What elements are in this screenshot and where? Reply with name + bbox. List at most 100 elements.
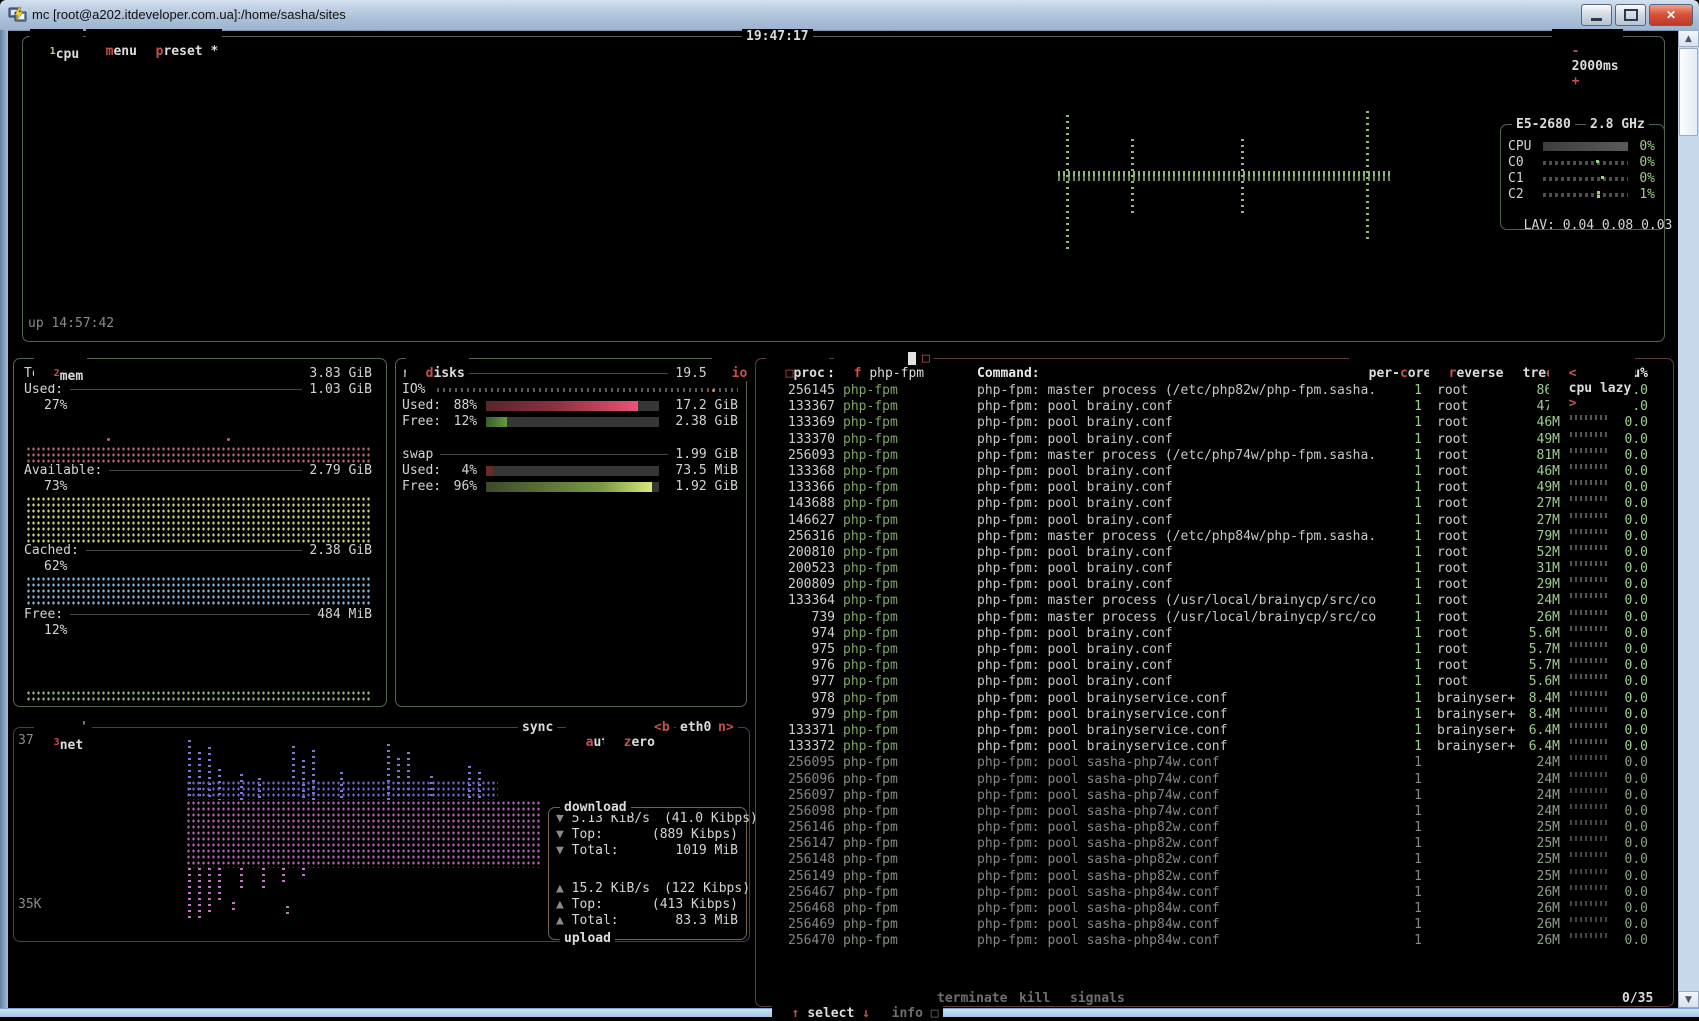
scrollbar-down-button[interactable]: ▼: [1678, 991, 1699, 1008]
scrollbar-up-button[interactable]: ▲: [1678, 30, 1699, 47]
process-cpu-graph: [1570, 917, 1608, 922]
process-threads: 1: [1370, 901, 1422, 917]
process-mem: 49M: [1512, 480, 1560, 496]
proc-reverse-toggle[interactable]: reverse: [1429, 351, 1507, 381]
process-row[interactable]: 256093 php-fpm php-fpm: master process (…: [755, 448, 1670, 464]
minimize-button[interactable]: [1581, 4, 1612, 26]
process-row[interactable]: 133372 php-fpm php-fpm: pool brainyservi…: [755, 739, 1670, 755]
process-row[interactable]: 977 php-fpm php-fpm: pool brainy.conf 1 …: [755, 674, 1670, 690]
process-user: root: [1437, 399, 1468, 415]
process-row[interactable]: 256148 php-fpm php-fpm: pool sasha-php82…: [755, 852, 1670, 868]
process-row[interactable]: 256149 php-fpm php-fpm: pool sasha-php82…: [755, 869, 1670, 885]
process-program: php-fpm: [843, 399, 898, 415]
process-row[interactable]: 133370 php-fpm php-fpm: pool brainy.conf…: [755, 432, 1670, 448]
filter-text-cursor: [908, 352, 916, 365]
process-row[interactable]: 978 php-fpm php-fpm: pool brainyservice.…: [755, 691, 1670, 707]
cpu-box-title[interactable]: 1cpu: [30, 29, 83, 62]
process-row[interactable]: 976 php-fpm php-fpm: pool brainy.conf 1 …: [755, 658, 1670, 674]
putty-icon[interactable]: [8, 6, 28, 24]
process-program: php-fpm: [843, 772, 898, 788]
process-cpu: 0.0: [1608, 691, 1648, 707]
process-row[interactable]: 975 php-fpm php-fpm: pool brainy.conf 1 …: [755, 642, 1670, 658]
process-threads: 1: [1370, 513, 1422, 529]
net-next-interface-button[interactable]: n>: [714, 720, 738, 735]
mem-available-graph: [26, 496, 372, 543]
process-row[interactable]: 133367 php-fpm php-fpm: pool brainy.conf…: [755, 399, 1670, 415]
net-sync-toggle[interactable]: sync: [518, 720, 557, 735]
disks-io-toggle[interactable]: io: [712, 351, 751, 381]
net-download-band: [186, 780, 498, 800]
process-row[interactable]: 256469 php-fpm php-fpm: pool sasha-php84…: [755, 917, 1670, 933]
proc-sort-control[interactable]: < cpu lazy >: [1549, 351, 1635, 411]
process-row[interactable]: 200810 php-fpm php-fpm: pool brainy.conf…: [755, 545, 1670, 561]
menu-button[interactable]: menu: [86, 29, 141, 59]
upload-arrow-icon: ▲: [556, 913, 564, 928]
scrollbar-thumb[interactable]: [1679, 48, 1698, 136]
process-row[interactable]: 143688 php-fpm php-fpm: pool brainy.conf…: [755, 496, 1670, 512]
process-row[interactable]: 200809 php-fpm php-fpm: pool brainy.conf…: [755, 577, 1670, 593]
process-cpu: 0.0: [1608, 739, 1648, 755]
process-mem: 5.6M: [1512, 626, 1560, 642]
process-row[interactable]: 974 php-fpm php-fpm: pool brainy.conf 1 …: [755, 626, 1670, 642]
proc-filter-clear-button[interactable]: □: [918, 351, 934, 366]
process-row[interactable]: 979 php-fpm php-fpm: pool brainyservice.…: [755, 707, 1670, 723]
process-row[interactable]: 256096 php-fpm php-fpm: pool sasha-php74…: [755, 772, 1670, 788]
process-row[interactable]: 256095 php-fpm php-fpm: pool sasha-php74…: [755, 755, 1670, 771]
select-up-icon: ↑: [792, 1006, 800, 1021]
disks-box-title[interactable]: disks: [406, 351, 469, 381]
process-pid: 256148: [780, 852, 835, 868]
process-cpu-graph: [1570, 415, 1608, 420]
interval-decrease-button[interactable]: -: [1572, 44, 1580, 59]
download-arrow-icon: ▼: [556, 827, 564, 842]
mem-box-title[interactable]: 2mem: [34, 351, 87, 384]
sort-next-button[interactable]: >: [1569, 396, 1577, 411]
process-row[interactable]: 133371 php-fpm php-fpm: pool brainyservi…: [755, 723, 1670, 739]
process-user: root: [1437, 464, 1468, 480]
process-row[interactable]: 256468 php-fpm php-fpm: pool sasha-php84…: [755, 901, 1670, 917]
process-row[interactable]: 133369 php-fpm php-fpm: pool brainy.conf…: [755, 415, 1670, 431]
process-threads: 1: [1370, 529, 1422, 545]
mem-cached-row: Cached:2.38 GiB: [24, 543, 372, 558]
proc-signals-button[interactable]: signals: [1066, 991, 1129, 1006]
process-cpu: 0.0: [1608, 707, 1648, 723]
proc-box-title[interactable]: □proc: [766, 351, 829, 381]
process-row[interactable]: 146627 php-fpm php-fpm: pool brainy.conf…: [755, 513, 1670, 529]
process-row[interactable]: 133368 php-fpm php-fpm: pool brainy.conf…: [755, 464, 1670, 480]
update-interval-control[interactable]: - 2000ms +: [1552, 29, 1623, 89]
process-mem: 24M: [1512, 788, 1560, 804]
column-header-command[interactable]: Command:: [977, 366, 1040, 381]
core1-meter: [1543, 177, 1628, 181]
process-row[interactable]: 256470 php-fpm php-fpm: pool sasha-php84…: [755, 933, 1670, 949]
proc-select-control[interactable]: ↑ select ↓: [772, 991, 874, 1021]
process-row[interactable]: 133366 php-fpm php-fpm: pool brainy.conf…: [755, 480, 1670, 496]
download-title: download: [560, 800, 631, 815]
process-cpu: 0.0: [1608, 610, 1648, 626]
close-button[interactable]: ✕: [1649, 4, 1693, 26]
scrollbar-track[interactable]: [1678, 30, 1699, 1008]
process-cpu: 0.0: [1608, 836, 1648, 852]
process-pid: 256469: [780, 917, 835, 933]
process-row[interactable]: 256146 php-fpm php-fpm: pool sasha-php82…: [755, 820, 1670, 836]
maximize-button[interactable]: [1615, 4, 1646, 26]
preset-button[interactable]: preset *: [136, 29, 222, 59]
sort-prev-button[interactable]: <: [1569, 366, 1577, 381]
net-prev-interface-button[interactable]: <b: [650, 720, 674, 735]
process-row[interactable]: 256147 php-fpm php-fpm: pool sasha-php82…: [755, 836, 1670, 852]
process-row[interactable]: 256097 php-fpm php-fpm: pool sasha-php74…: [755, 788, 1670, 804]
process-row[interactable]: 256098 php-fpm php-fpm: pool sasha-php74…: [755, 804, 1670, 820]
proc-terminate-button[interactable]: terminate: [933, 991, 1011, 1006]
process-row[interactable]: 256145 php-fpm php-fpm: master process (…: [755, 383, 1670, 399]
process-row[interactable]: 200523 php-fpm php-fpm: pool brainy.conf…: [755, 561, 1670, 577]
process-row[interactable]: 739 php-fpm php-fpm: master process (/us…: [755, 610, 1670, 626]
process-row[interactable]: 133364 php-fpm php-fpm: master process (…: [755, 593, 1670, 609]
interval-increase-button[interactable]: +: [1572, 74, 1580, 89]
process-command: php-fpm: pool brainy.conf: [977, 545, 1173, 561]
proc-kill-button[interactable]: kill: [1015, 991, 1054, 1006]
process-cpu-graph: [1570, 788, 1608, 793]
process-cpu-graph: [1570, 772, 1608, 777]
proc-percore-toggle[interactable]: per-core: [1349, 351, 1435, 381]
titlebar[interactable]: mc [root@a202.itdeveloper.com.ua]:/home/…: [0, 0, 1699, 31]
process-row[interactable]: 256467 php-fpm php-fpm: pool sasha-php84…: [755, 885, 1670, 901]
process-row[interactable]: 256316 php-fpm php-fpm: master process (…: [755, 529, 1670, 545]
process-program: php-fpm: [843, 917, 898, 933]
